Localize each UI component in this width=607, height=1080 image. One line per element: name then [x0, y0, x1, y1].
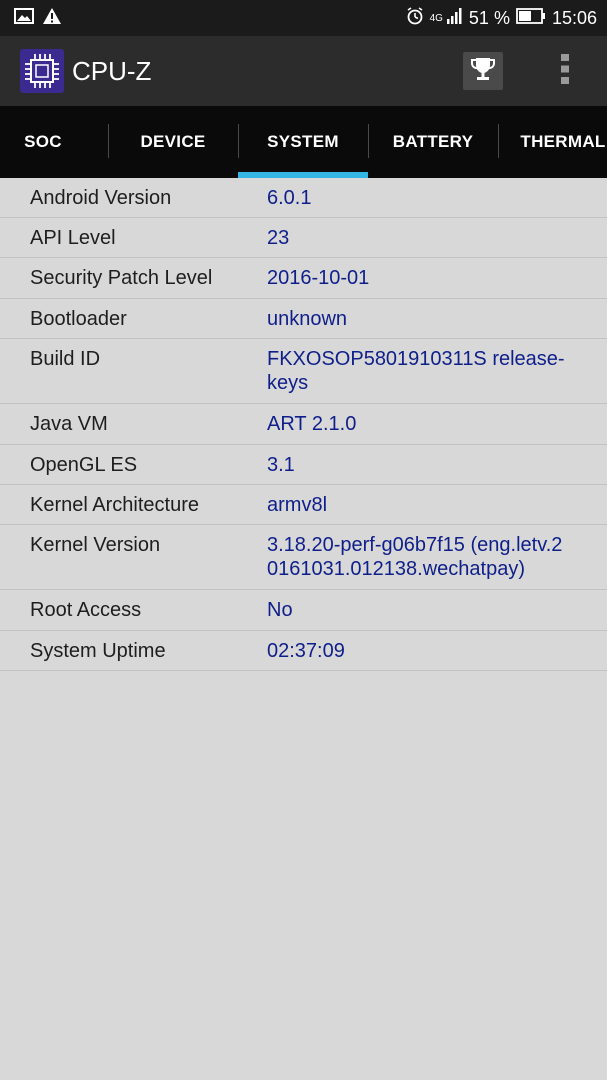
- clock: 15:06: [551, 7, 597, 28]
- list-item: Root Access No: [0, 590, 607, 631]
- battery-percent: 51 %: [468, 7, 510, 28]
- signal-icon: [446, 7, 463, 29]
- trophy-icon: [468, 54, 498, 89]
- more-vertical-icon: [560, 53, 570, 90]
- battery-icon: [516, 7, 546, 29]
- info-label: API Level: [30, 227, 116, 249]
- tab-device[interactable]: DEVICE: [108, 106, 238, 178]
- info-value: 23: [267, 227, 290, 249]
- status-bar: 4G 51 % 15:06: [0, 0, 607, 36]
- list-item: OpenGL ES 3.1: [0, 445, 607, 485]
- list-item: Build ID FKXOSOP5801910311S release-keys: [0, 339, 607, 404]
- info-label: OpenGL ES: [30, 454, 138, 476]
- info-label: System Uptime: [30, 640, 166, 662]
- list-item: Kernel Architecture armv8l: [0, 485, 607, 525]
- info-value: 3.1: [267, 454, 295, 476]
- alarm-icon: [406, 6, 424, 30]
- benchmark-button[interactable]: [463, 52, 503, 90]
- tab-bar: SOC DEVICE SYSTEM BATTERY THERMAL: [0, 106, 607, 178]
- tab-battery[interactable]: BATTERY: [368, 106, 498, 178]
- tab-soc[interactable]: SOC: [0, 106, 108, 178]
- warning-icon: [42, 7, 62, 30]
- info-label: Bootloader: [30, 308, 127, 330]
- system-info-list[interactable]: Android Version 6.0.1 API Level 23 Secur…: [0, 178, 607, 671]
- info-label: Java VM: [30, 413, 108, 435]
- info-label: Kernel Version: [30, 534, 161, 556]
- list-item: Android Version 6.0.1: [0, 178, 607, 218]
- info-value: FKXOSOP5801910311S release-keys: [267, 348, 565, 394]
- list-item: Bootloader unknown: [0, 299, 607, 339]
- tab-thermal[interactable]: THERMAL: [498, 106, 607, 178]
- info-value: 6.0.1: [267, 187, 312, 209]
- info-value: armv8l: [267, 494, 328, 516]
- info-value: 02:37:09: [267, 640, 345, 662]
- info-label: Build ID: [30, 348, 101, 370]
- app-title: CPU-Z: [72, 56, 152, 86]
- list-item: System Uptime 02:37:09: [0, 631, 607, 671]
- list-item: Kernel Version 3.18.20-perf-g06b7f15 (en…: [0, 525, 607, 590]
- info-label: Kernel Architecture: [30, 494, 199, 516]
- info-value: No: [267, 599, 293, 621]
- info-label: Security Patch Level: [30, 267, 213, 289]
- list-item: Security Patch Level 2016-10-01: [0, 258, 607, 299]
- list-item: Java VM ART 2.1.0: [0, 404, 607, 445]
- list-item: API Level 23: [0, 218, 607, 258]
- info-value: ART 2.1.0: [267, 413, 357, 435]
- tab-system[interactable]: SYSTEM: [238, 106, 368, 178]
- info-value: 3.18.20-perf-g06b7f15 (eng.letv.20161031…: [267, 534, 563, 580]
- image-notification-icon: [14, 7, 34, 29]
- network-type: 4G: [429, 12, 443, 24]
- app-bar: CPU-Z: [0, 36, 607, 106]
- info-label: Root Access: [30, 599, 142, 621]
- overflow-menu-button[interactable]: [552, 52, 578, 90]
- cpu-chip-icon: [20, 49, 64, 93]
- info-value: 2016-10-01: [267, 267, 370, 289]
- info-label: Android Version: [30, 187, 172, 209]
- info-value: unknown: [267, 308, 348, 330]
